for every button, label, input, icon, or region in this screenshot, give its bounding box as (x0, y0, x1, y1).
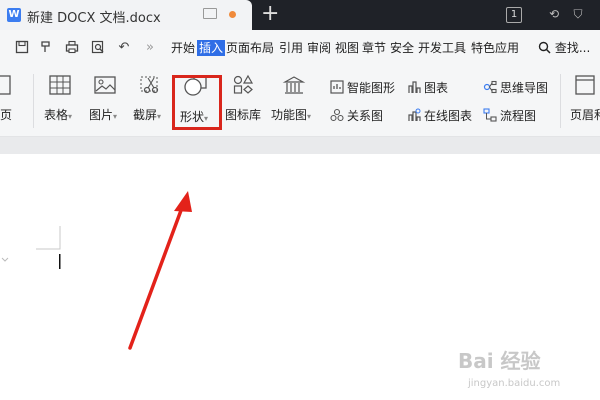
function-chart-button[interactable]: 功能图▾ (271, 74, 311, 122)
new-tab-button[interactable]: + (261, 2, 279, 26)
table-button[interactable]: 表格▾ (44, 74, 73, 122)
online-chart-button[interactable]: 在线图表 (407, 107, 472, 124)
menu-developer-tools[interactable]: 开发工具 (418, 40, 466, 56)
chart-label: 图表 (424, 81, 449, 95)
function-chart-label: 功能图▾ (271, 108, 312, 122)
menu-section[interactable]: 章节 (362, 40, 386, 56)
function-chart-icon (282, 76, 306, 94)
print-icon[interactable] (64, 40, 80, 56)
relation-chart-button[interactable]: 关系图 (330, 107, 383, 124)
save-icon[interactable] (14, 40, 30, 56)
picture-button[interactable]: 图片▾ (89, 74, 118, 122)
format-painter-icon[interactable] (38, 40, 54, 56)
search-icon (538, 41, 551, 54)
history-icon[interactable]: ⟲ (547, 7, 561, 21)
document-tab[interactable]: W 新建 DOCX 文档.docx (0, 0, 252, 30)
search-button[interactable]: 查找... (538, 39, 590, 56)
document-title: 新建 DOCX 文档.docx (27, 11, 161, 26)
screenshot-label: 截屏▾ (133, 108, 162, 122)
menu-special-apps[interactable]: 特色应用 (471, 40, 519, 56)
chart-button[interactable]: 图表 (407, 79, 448, 96)
menu-page-layout[interactable]: 页面布局 (226, 40, 274, 56)
print-preview-icon[interactable] (90, 40, 106, 56)
menu-view[interactable]: 视图 (335, 40, 359, 56)
mind-map-button[interactable]: 思维导图 (483, 79, 548, 96)
search-label: 查找... (554, 41, 591, 55)
icon-library-icon (233, 74, 254, 94)
smart-shape-button[interactable]: 智能图形 (330, 79, 395, 96)
mind-map-label: 思维导图 (500, 81, 549, 95)
icon-library-label: 图标库 (225, 108, 262, 122)
menu-insert[interactable]: 插入 (197, 40, 226, 56)
blank-page-button[interactable]: 页 (0, 74, 16, 122)
relation-chart-label: 关系图 (347, 109, 384, 123)
screenshot-button[interactable]: 截屏▾ (133, 74, 163, 122)
header-footer-label: 页眉和 (570, 108, 600, 122)
picture-icon (94, 76, 116, 94)
more-icon[interactable]: » (142, 40, 158, 56)
watermark-url: jingyan.baidu.com (468, 378, 561, 389)
watermark: Bai 经验 (458, 349, 541, 373)
icon-library-button[interactable]: 图标库 (225, 74, 261, 122)
shirt-icon[interactable]: ⛉ (571, 7, 585, 21)
shape-highlight-box (172, 75, 222, 130)
picture-label: 图片▾ (89, 108, 118, 122)
relation-chart-icon (330, 108, 344, 122)
header-footer-icon (575, 75, 595, 95)
header-footer-button[interactable]: 页眉和 (570, 74, 600, 122)
undo-icon[interactable]: ↶ (116, 40, 132, 56)
smart-shape-label: 智能图形 (347, 81, 396, 95)
menu-start[interactable]: 开始 (171, 40, 195, 56)
divider (560, 74, 561, 128)
insert-ribbon: 页 表格▾ 图片▾ 截屏▾ 形状▾ 图标库 功能图▾ 智能图形 图表 思维导图 … (0, 66, 600, 137)
title-bar: W 新建 DOCX 文档.docx + 1 ⟲ ⛉ (0, 0, 600, 30)
menu-security[interactable]: 安全 (390, 40, 414, 56)
flow-chart-label: 流程图 (500, 109, 537, 123)
window-count-badge[interactable]: 1 (506, 7, 522, 23)
page-label: 页 (0, 108, 13, 122)
menu-references[interactable]: 引用 (279, 40, 303, 56)
page-icon (0, 75, 11, 95)
ruler-gap (0, 137, 600, 154)
wps-writer-icon: W (7, 8, 21, 22)
menu-review[interactable]: 审阅 (307, 40, 331, 56)
modified-dot-icon (229, 11, 236, 18)
online-chart-label: 在线图表 (424, 109, 473, 123)
divider (33, 74, 34, 128)
menu-bar: ↶ » 开始 插入 页面布局 引用 审阅 视图 章节 安全 开发工具 特色应用 … (0, 30, 600, 66)
table-label: 表格▾ (44, 108, 73, 122)
smart-shape-icon (330, 80, 344, 94)
flow-chart-icon (483, 108, 497, 122)
mind-map-icon (483, 80, 497, 94)
scissors-icon (140, 76, 159, 94)
online-chart-icon (408, 108, 421, 121)
monitor-icon[interactable] (203, 8, 217, 19)
flow-chart-button[interactable]: 流程图 (483, 107, 536, 124)
chart-icon (408, 81, 421, 93)
table-icon (49, 75, 71, 95)
